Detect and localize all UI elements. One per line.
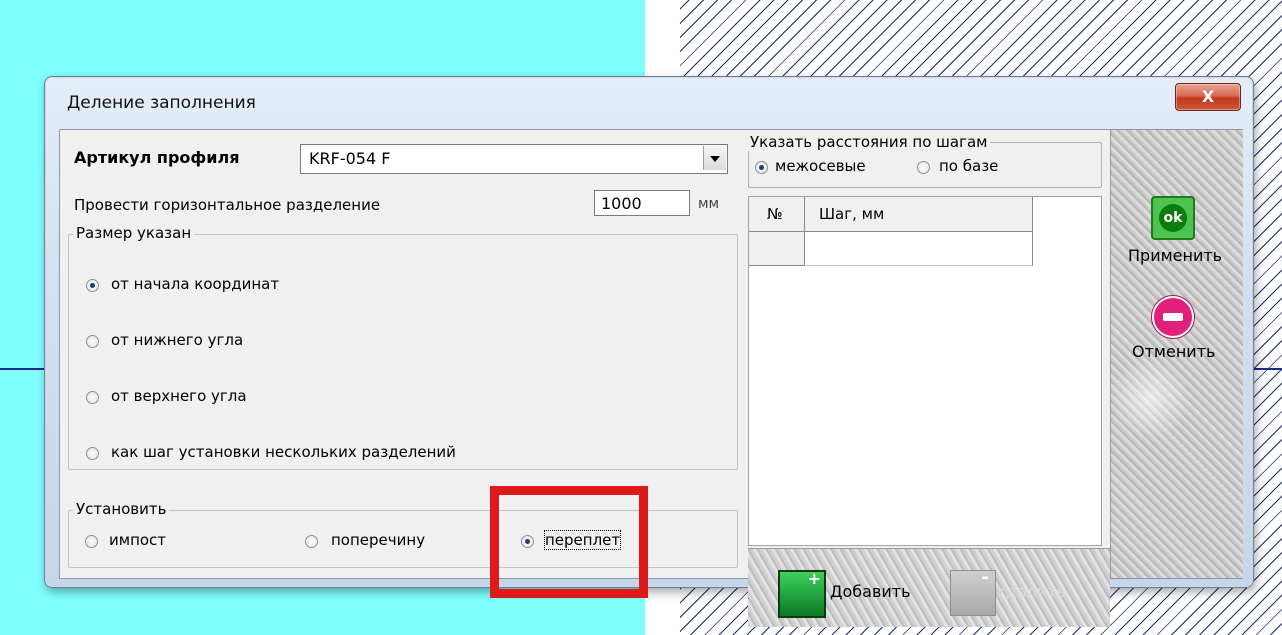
steps-table[interactable]: № Шаг, мм — [748, 196, 1102, 546]
horizontal-value-input[interactable] — [594, 190, 690, 216]
window-title: Деление заполнения — [67, 93, 256, 113]
radio-crossbar-label[interactable]: поперечину — [331, 531, 425, 549]
radio-as-step-label[interactable]: как шаг установки нескольких разделений — [111, 443, 456, 461]
radio-impost-label[interactable]: импост — [109, 531, 166, 549]
radio-from-origin-label[interactable]: от начала координат — [111, 275, 279, 293]
close-button[interactable]: X — [1175, 83, 1241, 111]
radio-center-to-center[interactable] — [755, 161, 768, 174]
add-step-button[interactable]: Добавить — [830, 582, 911, 601]
size-group: Размер указан от начала координат от ниж… — [68, 224, 738, 470]
dialog-client-area: Артикул профиля KRF-054 F Провести гориз… — [59, 129, 1243, 627]
profile-label: Артикул профиля — [74, 148, 240, 167]
highlight-box — [490, 486, 648, 598]
radio-from-bottom-corner[interactable] — [86, 335, 99, 348]
table-header: № Шаг, мм — [749, 197, 1033, 232]
column-header-number[interactable]: № — [749, 197, 805, 231]
cancel-button[interactable]: Отменить — [1132, 342, 1215, 361]
radio-by-base[interactable] — [917, 161, 930, 174]
chevron-down-icon[interactable] — [703, 146, 726, 170]
size-group-title: Размер указан — [73, 224, 195, 242]
radio-impost[interactable] — [85, 535, 98, 548]
radio-from-origin[interactable] — [86, 279, 99, 292]
install-group-title: Установить — [73, 500, 170, 518]
steps-group-title: Указать расстояния по шагам — [747, 133, 991, 151]
radio-as-step[interactable] — [86, 447, 99, 460]
profile-value: KRF-054 F — [309, 149, 391, 168]
profile-combobox[interactable]: KRF-054 F — [300, 144, 728, 174]
delete-step-icon[interactable] — [950, 567, 996, 616]
column-header-step[interactable]: Шаг, мм — [805, 197, 1033, 231]
table-row-header[interactable] — [749, 232, 805, 266]
radio-from-bottom-corner-label[interactable]: от нижнего угла — [111, 331, 243, 349]
radio-by-base-label[interactable]: по базе — [939, 157, 998, 175]
steps-group: Указать расстояния по шагам межосевые по… — [747, 133, 1102, 188]
table-row-step-cell[interactable] — [805, 232, 1033, 266]
dialog-window: Деление заполнения X Артикул профиля KRF… — [44, 76, 1254, 627]
apply-ok-icon[interactable]: ok — [1151, 196, 1195, 240]
apply-button[interactable]: Применить — [1128, 246, 1222, 265]
ok-icon-label: ok — [1159, 204, 1187, 232]
radio-from-top-corner[interactable] — [86, 391, 99, 404]
radio-from-top-corner-label[interactable]: от верхнего угла — [111, 387, 247, 405]
horizontal-label: Провести горизонтальное разделение — [74, 196, 381, 214]
cancel-icon[interactable] — [1152, 296, 1194, 338]
title-bar[interactable]: Деление заполнения X — [45, 77, 1253, 129]
axis-line-left — [0, 368, 50, 370]
delete-step-button[interactable]: Удалить — [996, 582, 1066, 601]
radio-center-to-center-label[interactable]: межосевые — [775, 157, 866, 175]
add-step-icon[interactable] — [778, 569, 826, 618]
unit-label: мм — [698, 196, 720, 212]
radio-crossbar[interactable] — [305, 535, 318, 548]
